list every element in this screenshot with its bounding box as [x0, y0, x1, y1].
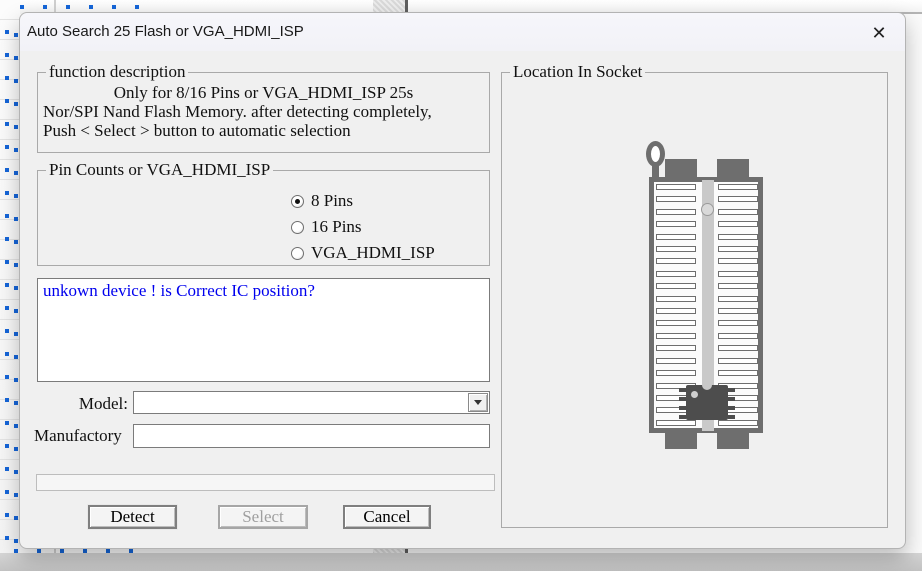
selection-marquee-dots-bottom	[14, 549, 139, 553]
chip-pin	[728, 397, 735, 401]
socket-bottom-tab-right	[717, 432, 749, 449]
radio-8-pins[interactable]: 8 Pins	[291, 188, 489, 214]
location-in-socket-legend: Location In Socket	[510, 62, 645, 82]
description-line: Push < Select > button to automatic sele…	[43, 121, 484, 140]
pin-counts-legend: Pin Counts or VGA_HDMI_ISP	[46, 160, 273, 180]
radio-icon	[291, 247, 304, 260]
radio-label: VGA_HDMI_ISP	[311, 243, 435, 263]
radio-icon	[291, 221, 304, 234]
selection-marquee-dots-top	[20, 5, 145, 9]
socket-top-tab-right	[717, 159, 749, 178]
selection-marquee-dots-left-2	[14, 33, 18, 555]
chevron-down-icon	[474, 400, 482, 405]
function-description-group: function description Only for 8/16 Pins …	[37, 62, 490, 153]
description-line: Nor/SPI Nand Flash Memory. after detecti…	[43, 102, 484, 121]
socket-top-tab-left	[665, 159, 697, 178]
radio-label: 16 Pins	[311, 217, 362, 237]
pin-count-radio-group: 8 Pins 16 Pins VGA_HDMI_ISP	[291, 188, 489, 266]
detect-button[interactable]: Detect	[88, 505, 177, 529]
cancel-button[interactable]: Cancel	[343, 505, 431, 529]
socket-channel-hole	[701, 203, 714, 216]
detection-result-list[interactable]: unkown device ! is Correct IC position?	[37, 278, 490, 382]
background-bottom-bar	[0, 553, 922, 571]
chip-pin	[728, 406, 735, 410]
chip-pin	[679, 415, 686, 419]
model-dropdown-button[interactable]	[468, 393, 488, 412]
manufactory-label: Manufactory	[34, 426, 130, 446]
chip-pin1-dot	[691, 391, 698, 398]
chip-pin	[728, 415, 735, 419]
radio-icon	[291, 195, 304, 208]
dialog-title: Auto Search 25 Flash or VGA_HDMI_ISP	[27, 13, 304, 51]
manufactory-input[interactable]	[133, 424, 490, 448]
model-label: Model:	[37, 394, 128, 414]
chip-pin	[728, 388, 735, 392]
close-icon[interactable]: ✕	[867, 21, 891, 45]
progress-bar	[36, 474, 495, 491]
socket-bottom-tab-left	[665, 432, 697, 449]
radio-vga-hdmi-isp[interactable]: VGA_HDMI_ISP	[291, 240, 489, 266]
radio-16-pins[interactable]: 16 Pins	[291, 214, 489, 240]
model-input[interactable]	[134, 392, 468, 413]
select-button: Select	[218, 505, 308, 529]
chip-pin	[679, 388, 686, 392]
chip-notch	[702, 384, 712, 390]
radio-label: 8 Pins	[311, 191, 353, 211]
description-line: Only for 8/16 Pins or VGA_HDMI_ISP 25s	[43, 83, 484, 102]
chip-location-indicator	[686, 385, 728, 420]
titlebar[interactable]: Auto Search 25 Flash or VGA_HDMI_ISP ✕	[20, 13, 905, 51]
function-description-legend: function description	[46, 62, 188, 82]
selection-marquee-dots-left-1	[5, 30, 9, 555]
chip-pin	[679, 397, 686, 401]
chip-pin	[679, 406, 686, 410]
auto-search-dialog: Auto Search 25 Flash or VGA_HDMI_ISP ✕ f…	[19, 12, 906, 549]
model-combobox[interactable]	[133, 391, 490, 414]
pin-counts-group: Pin Counts or VGA_HDMI_ISP 8 Pins 16 Pin…	[37, 160, 490, 266]
detection-message: unkown device ! is Correct IC position?	[43, 281, 315, 300]
